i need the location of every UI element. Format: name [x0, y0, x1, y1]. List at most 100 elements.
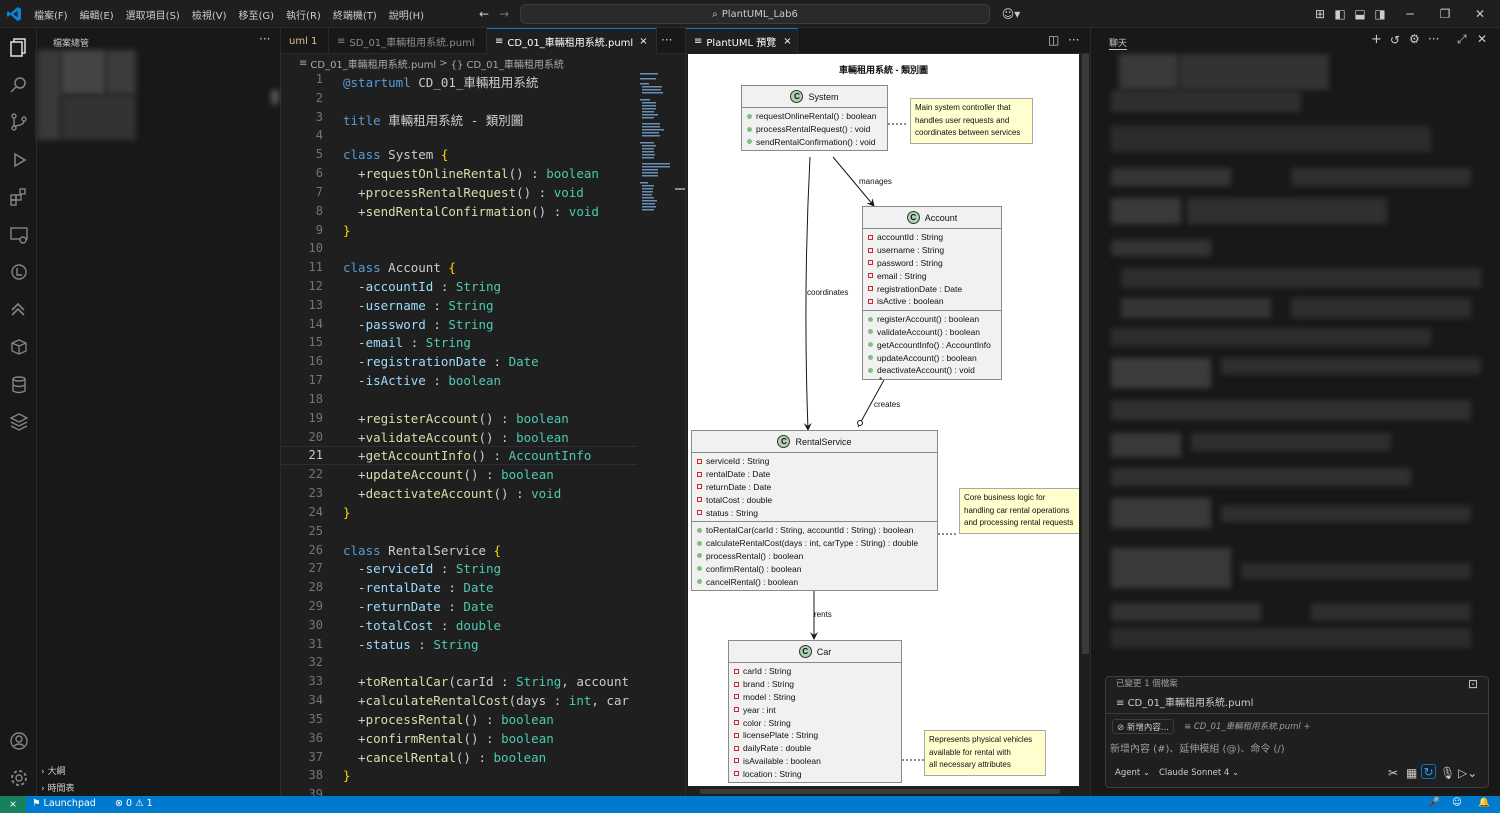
split-editor-icon[interactable]: ◫	[1048, 33, 1059, 47]
code-line[interactable]: +processRental() : boolean	[343, 712, 554, 727]
tab-close-icon[interactable]: ×	[783, 36, 791, 47]
menu-item[interactable]: 檔案(F)	[28, 7, 74, 22]
minimap[interactable]	[639, 72, 673, 232]
menu-item[interactable]: 選取項目(S)	[120, 7, 186, 22]
code-line[interactable]: +cancelRental() : boolean	[343, 750, 546, 765]
containers-icon[interactable]	[8, 336, 30, 358]
tab-close-icon[interactable]: ×	[639, 36, 647, 47]
code-line[interactable]: -serviceId : String	[343, 561, 501, 576]
copilot-status-icon[interactable]: ☺	[1452, 797, 1462, 808]
code-line[interactable]: +registerAccount() : boolean	[343, 411, 569, 426]
preview-scrollbar[interactable]	[1082, 54, 1089, 654]
class-account[interactable]: C Account accountId : String username : Str…	[862, 206, 1002, 380]
code-line[interactable]: -isActive : boolean	[343, 373, 501, 388]
back-arrow-icon[interactable]: ←	[476, 6, 492, 22]
copilot-icon[interactable]: ☺▾	[1000, 6, 1022, 22]
tools-icon[interactable]: ✂	[1388, 766, 1398, 780]
forward-arrow-icon[interactable]: →	[496, 6, 512, 22]
code-line[interactable]: }	[343, 505, 351, 520]
toggle-panel-icon[interactable]: ⬓	[1352, 6, 1368, 22]
add-context-button[interactable]: ⊘ 新增內容...	[1112, 719, 1174, 734]
more-actions-icon[interactable]: ···	[661, 33, 672, 47]
account-icon[interactable]	[8, 730, 30, 752]
command-center-search[interactable]: ⌕ PlantUML_Lab6	[520, 4, 990, 24]
code-line[interactable]: -email : String	[343, 335, 471, 350]
microphone-icon[interactable]: 🎤	[1428, 797, 1440, 808]
attached-file-chip[interactable]: ≡ CD_01_車輛租用系統.puml +	[1184, 720, 1311, 732]
code-line[interactable]: +requestOnlineRental() : boolean	[343, 166, 599, 181]
code-line[interactable]: +updateAccount() : boolean	[343, 467, 554, 482]
source-control-icon[interactable]	[8, 111, 30, 133]
class-rental-service[interactable]: C RentalService serviceId : String rentalDa…	[691, 430, 938, 591]
extensions-icon[interactable]	[8, 186, 30, 208]
more-actions-icon[interactable]: ···	[1068, 33, 1079, 47]
code-line[interactable]: +calculateRentalCost(days : int, car	[343, 693, 629, 708]
remote-indicator[interactable]: ⨯	[0, 796, 26, 813]
code-line[interactable]: -returnDate : Date	[343, 599, 493, 614]
menu-item[interactable]: 移至(G)	[233, 7, 281, 22]
stack-icon[interactable]	[8, 299, 30, 321]
send-icon[interactable]: ▷⌄	[1458, 766, 1477, 780]
tab-plantuml-preview[interactable]: ≡ PlantUML 預覽 ×	[686, 28, 798, 54]
code-line[interactable]: title 車輛租用系統 - 類別圖	[343, 110, 523, 129]
timeline-section[interactable]: › 時間表	[41, 781, 74, 794]
code-line[interactable]: -username : String	[343, 298, 493, 313]
code-line[interactable]: +deactivateAccount() : void	[343, 486, 561, 501]
code-line[interactable]: +sendRentalConfirmation() : void	[343, 204, 599, 219]
class-car[interactable]: C Car carId : String brand : String model : …	[728, 640, 902, 784]
code-line[interactable]: class System {	[343, 147, 448, 162]
code-line[interactable]: }	[343, 223, 351, 238]
tab-cd-puml[interactable]: ≡ CD_01_車輛租用系統.puml ×	[487, 28, 657, 54]
code-line[interactable]: +processRentalRequest() : void	[343, 185, 584, 200]
explorer-icon[interactable]	[8, 36, 30, 58]
code-line[interactable]: }	[343, 768, 351, 783]
grid-icon[interactable]: ▦	[1406, 766, 1417, 780]
remote-explorer-icon[interactable]	[8, 224, 30, 246]
code-line[interactable]: @startuml CD_01_車輛租用系統	[343, 72, 538, 91]
layers-icon[interactable]	[8, 411, 30, 433]
code-line[interactable]: +confirmRental() : boolean	[343, 731, 554, 746]
outline-section[interactable]: › 大綱	[41, 764, 65, 777]
preview-hscrollbar[interactable]	[700, 789, 1060, 794]
settings-gear-icon[interactable]	[8, 767, 30, 789]
run-debug-icon[interactable]	[8, 149, 30, 171]
menu-item[interactable]: 終端機(T)	[327, 7, 383, 22]
class-system[interactable]: C System requestOnlineRental() : boolean pr…	[741, 85, 888, 152]
changed-file-item[interactable]: ≡ CD_01_車輛租用系統.puml	[1116, 694, 1253, 709]
toggle-sidebar-icon[interactable]: ◧	[1332, 6, 1348, 22]
microphone-icon[interactable]: 🎙	[1440, 766, 1455, 780]
breadcrumb-file[interactable]: CD_01_車輛租用系統.puml	[310, 56, 436, 71]
code-line[interactable]: -status : String	[343, 637, 478, 652]
notifications-bell-icon[interactable]: 🔔	[1478, 797, 1490, 808]
toggle-secondary-sidebar-icon[interactable]: ◨	[1372, 6, 1388, 22]
menu-item[interactable]: 說明(H)	[383, 7, 430, 22]
layout-customize-icon[interactable]: ⊞	[1312, 6, 1328, 22]
model-selector[interactable]: Claude Sonnet 4 ⌄	[1159, 768, 1239, 778]
code-line[interactable]: -totalCost : double	[343, 618, 501, 633]
new-chat-icon[interactable]: +	[1371, 32, 1382, 47]
code-line[interactable]: +toRentalCar(carId : String, account	[343, 674, 629, 689]
breadcrumb-symbol[interactable]: {} CD_01_車輛租用系統	[451, 56, 564, 71]
code-line[interactable]: class RentalService {	[343, 543, 501, 558]
restore-icon[interactable]: ❐	[1437, 6, 1453, 22]
auto-approve-icon[interactable]: ↻	[1421, 764, 1436, 779]
menu-item[interactable]: 檢視(V)	[186, 7, 233, 22]
launchpad-item[interactable]: ⚑ Launchpad	[32, 798, 96, 809]
more-actions-icon[interactable]: ···	[1428, 32, 1439, 46]
maximize-icon[interactable]: ⤢	[1457, 32, 1467, 47]
database-icon[interactable]	[8, 374, 30, 396]
search-icon[interactable]	[8, 74, 30, 96]
timeline-icon[interactable]	[8, 261, 30, 283]
tab-sd-puml[interactable]: ≡ SD_01_車輛租用系統.puml	[329, 28, 487, 54]
code-line[interactable]: -password : String	[343, 317, 493, 332]
code-line[interactable]: +getAccountInfo() : AccountInfo	[343, 448, 591, 463]
code-line[interactable]: class Account {	[343, 260, 456, 275]
close-panel-icon[interactable]: ✕	[1477, 32, 1487, 46]
close-window-icon[interactable]: ✕	[1472, 6, 1488, 22]
menu-item[interactable]: 執行(R)	[280, 7, 327, 22]
code-line[interactable]: -registrationDate : Date	[343, 354, 539, 369]
code-line[interactable]: +validateAccount() : boolean	[343, 430, 569, 445]
menu-item[interactable]: 編輯(E)	[74, 7, 120, 22]
chat-input-placeholder[interactable]: 新增內容 (#)、延伸模組 (@)、命令 (/)	[1110, 740, 1285, 755]
uml-diagram-canvas[interactable]: 車輛租用系統 - 類別圖 C System requestOnlineRental(…	[688, 54, 1079, 786]
